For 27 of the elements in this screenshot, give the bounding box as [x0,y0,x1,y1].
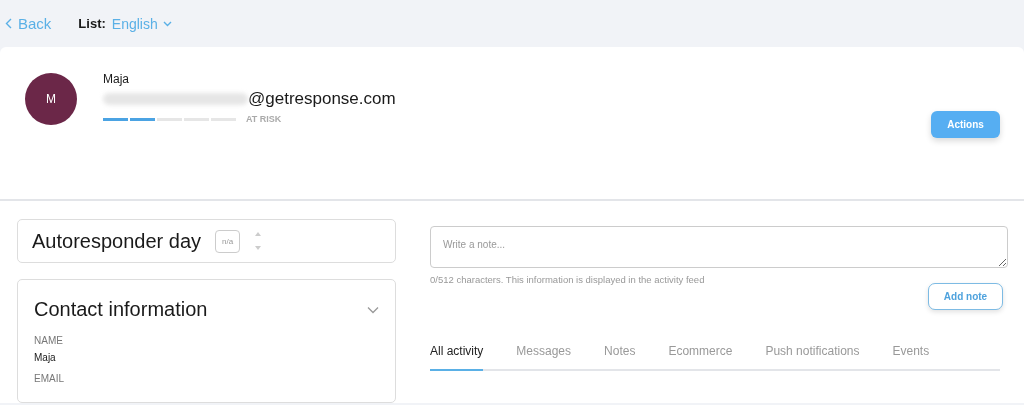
avatar: M [25,73,77,125]
add-note-button[interactable]: Add note [928,283,1003,310]
list-label: List: [78,16,106,31]
note-field[interactable]: Write a note... [430,226,1008,268]
contact-name: Maja [103,72,130,86]
caret-icon [162,20,172,27]
actions-button[interactable]: Actions [931,111,1000,138]
back-link[interactable]: Back [5,15,52,32]
engagement-status: AT RISK [246,114,282,124]
card-title: Contact information [34,298,208,321]
field-label: EMAIL [34,373,65,384]
card-title: Autoresponder day [32,229,201,253]
contact-email: @getresponse.com [248,89,396,109]
note-hint: 0/512 characters. This information is displayed in the activity feed [430,274,706,285]
tab[interactable]: All activity [430,344,484,371]
list-dropdown[interactable]: English [111,15,172,32]
tab[interactable]: Events [892,344,930,371]
day-field[interactable]: n/a [215,229,241,253]
stepper-icon[interactable] [254,230,263,252]
field-label: NAME [34,335,64,346]
tab[interactable]: Push notifications [765,344,860,371]
tab[interactable]: Messages [516,344,572,371]
tab[interactable]: Notes [604,344,636,371]
tab[interactable]: Ecommerce [668,344,733,371]
field-value: Maja [34,352,57,363]
chevron-icon[interactable] [367,305,379,314]
chevron-left-icon [5,18,12,29]
